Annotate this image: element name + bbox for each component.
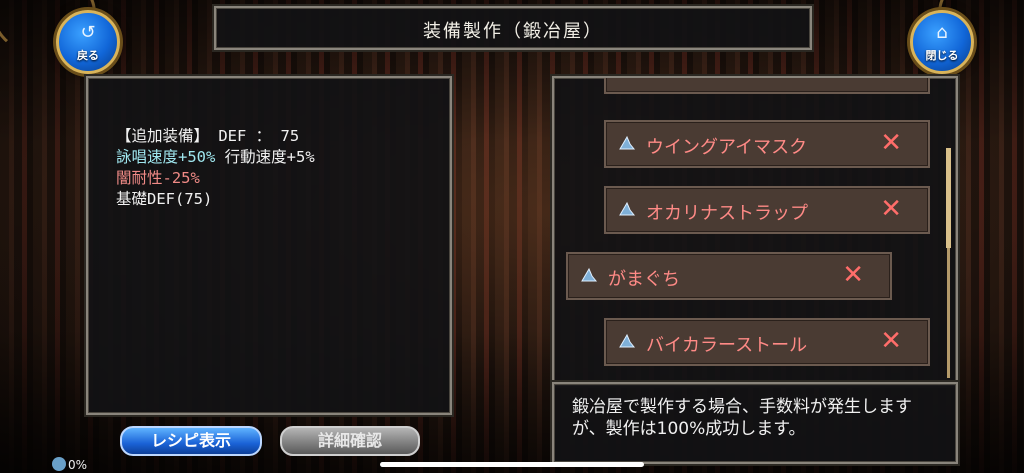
fee-note: 鍛冶屋で製作する場合、手数料が発生しますが、製作は100%成功します。 — [572, 397, 912, 439]
title-bar: 装備製作（鍛冶屋） — [214, 6, 812, 50]
back-button[interactable]: ↺ 戻る — [56, 10, 120, 74]
back-arrow-icon: ↺ — [80, 22, 96, 43]
list-item[interactable]: ✕ — [604, 78, 930, 94]
materials-panel[interactable]: ✕ ウイングアイマスク ✕ オカリナストラップ ✕ がまぐち ✕ バイカラースト… — [552, 76, 958, 386]
remove-icon[interactable]: ✕ — [880, 78, 902, 84]
hat-icon — [581, 267, 598, 282]
hat-icon — [619, 135, 636, 150]
progress-indicator: 0% — [52, 457, 87, 472]
stat-base-def: 基礎DEF(75) — [116, 190, 213, 208]
remove-icon[interactable]: ✕ — [880, 128, 902, 158]
equipment-stats-panel: 【追加装備】 DEF ： 75 詠唱速度+50% 行動速度+5% 闇耐性-25%… — [86, 76, 452, 415]
close-button-label: 閉じる — [925, 49, 959, 62]
item-name: オカリナストラップ — [646, 203, 808, 224]
info-panel: 鍛冶屋で製作する場合、手数料が発生しますが、製作は100%成功します。 — [552, 382, 958, 464]
back-button-label: 戻る — [77, 49, 99, 62]
page-title: 装備製作（鍛冶屋） — [423, 21, 603, 42]
list-item[interactable]: ウイングアイマスク ✕ — [604, 120, 930, 168]
list-item-selected[interactable]: がまぐち ✕ — [566, 252, 892, 300]
list-item[interactable]: オカリナストラップ ✕ — [604, 186, 930, 234]
recipe-button[interactable]: レシピ表示 — [120, 426, 262, 456]
close-button[interactable]: ⌂ 閉じる — [910, 10, 974, 74]
stat-cast-speed: 詠唱速度+50% — [116, 148, 216, 166]
stat-action-speed: 行動速度+5% — [215, 148, 315, 166]
hat-icon — [619, 333, 636, 348]
detail-button[interactable]: 詳細確認 — [280, 426, 420, 456]
remove-icon[interactable]: ✕ — [880, 326, 902, 356]
progress-icon — [52, 457, 66, 471]
item-name: バイカラーストール — [646, 335, 808, 356]
stat-dark-resist: 闇耐性-25% — [116, 169, 200, 187]
remove-icon[interactable]: ✕ — [842, 260, 864, 290]
home-indicator[interactable] — [380, 462, 644, 467]
stat-line-1: 【追加装備】 DEF ： 75 — [116, 127, 300, 145]
progress-value: 0% — [68, 458, 88, 472]
hat-icon — [619, 201, 636, 216]
scrollbar-thumb[interactable] — [946, 148, 951, 248]
home-icon: ⌂ — [936, 22, 948, 43]
stats-text: 【追加装備】 DEF ： 75 詠唱速度+50% 行動速度+5% 闇耐性-25%… — [116, 126, 315, 210]
item-name: ウイングアイマスク — [646, 137, 808, 158]
remove-icon[interactable]: ✕ — [880, 194, 902, 224]
item-name: がまぐち — [608, 269, 680, 290]
list-item[interactable]: バイカラーストール ✕ — [604, 318, 930, 366]
